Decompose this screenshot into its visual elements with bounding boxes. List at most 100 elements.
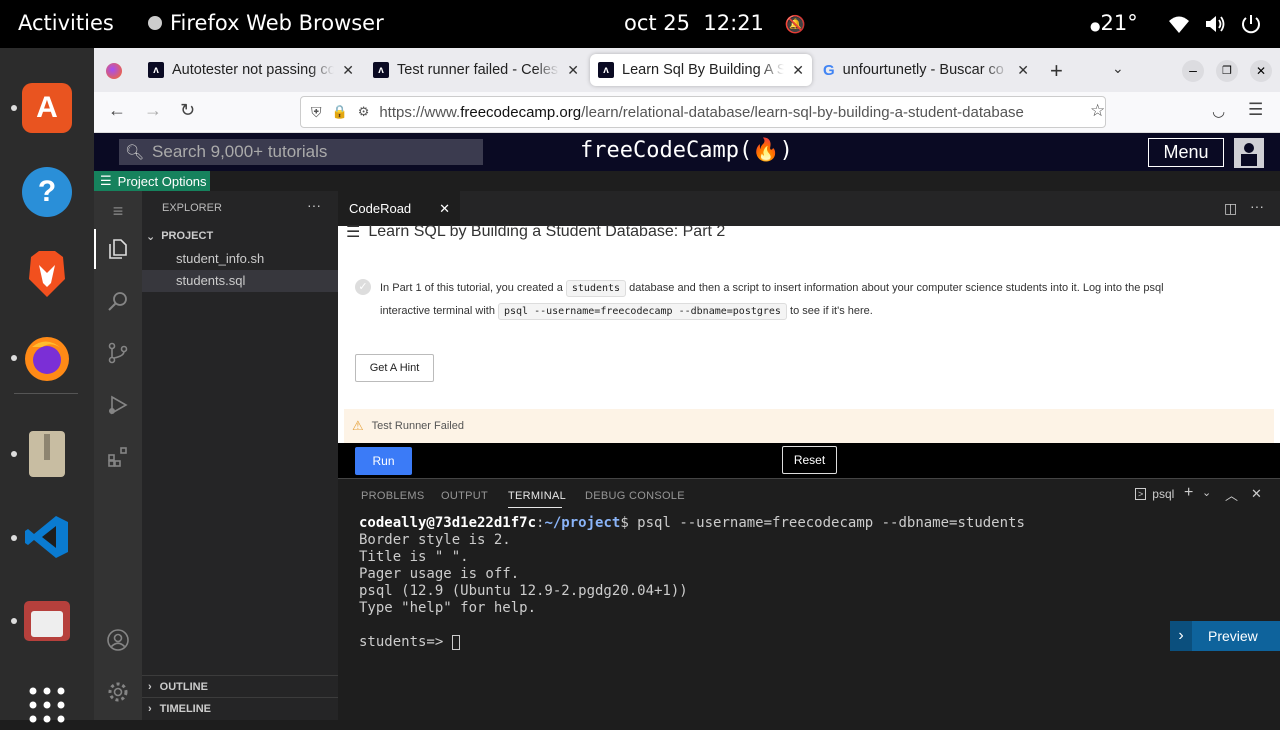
split-editor-icon[interactable]: ◫ — [1224, 200, 1237, 217]
running-indicator — [11, 105, 17, 111]
volume-icon[interactable] — [1204, 14, 1226, 34]
dock-separator — [14, 393, 78, 394]
source-control-icon[interactable] — [106, 341, 130, 365]
firefox-small-icon — [148, 16, 162, 30]
reset-button[interactable]: Reset — [782, 446, 837, 474]
hamburger-icon: ☰ — [100, 173, 112, 188]
back-icon[interactable]: ← — [108, 100, 126, 121]
explorer-sidebar: EXPLORER ··· ⌄ PROJECT student_info.sh s… — [142, 191, 338, 720]
search-input[interactable]: 🔍︎ Search 9,000+ tutorials — [119, 139, 483, 165]
forward-icon[interactable]: → — [144, 100, 162, 121]
brave-icon[interactable] — [22, 249, 72, 299]
menu-button[interactable]: Menu — [1148, 138, 1224, 167]
tab-terminal[interactable]: TERMINAL — [508, 490, 566, 502]
file-item[interactable]: student_info.sh — [142, 248, 338, 270]
app-menu-icon[interactable]: ☰ — [1248, 100, 1263, 120]
chevron-down-icon: ⌄ — [146, 231, 156, 243]
file-item-selected[interactable]: students.sql — [142, 270, 338, 292]
show-apps-icon[interactable] — [22, 680, 72, 730]
new-tab-button[interactable]: + — [1050, 58, 1063, 84]
terminal-command: $ psql --username=freecodecamp --dbname=… — [620, 515, 1025, 531]
power-icon[interactable] — [1240, 13, 1262, 35]
browser-tab[interactable]: ʌ Autotester not passing co ✕ — [140, 54, 362, 86]
app-center-icon[interactable]: A — [22, 83, 72, 133]
terminal-cursor — [451, 634, 460, 650]
menu-list-icon[interactable]: ☰ — [346, 222, 360, 242]
timeline-section-header[interactable]: › TIMELINE — [142, 697, 338, 719]
browser-tab[interactable]: ʌ Test runner failed - Celes ✕ — [365, 54, 587, 86]
close-tab-icon[interactable]: ✕ — [567, 62, 579, 79]
url-bar[interactable]: ⛨ 🔒 ⚙ https://www.freecodecamp.org/learn… — [300, 96, 1106, 128]
chevron-right-icon: › — [1170, 621, 1192, 651]
run-button[interactable]: Run — [355, 447, 412, 475]
extensions-icon[interactable] — [106, 445, 130, 469]
search-icon[interactable] — [106, 289, 130, 313]
running-indicator — [11, 355, 17, 361]
outline-section-header[interactable]: › OUTLINE — [142, 675, 338, 697]
close-tab-icon[interactable]: ✕ — [439, 201, 450, 217]
project-options-button[interactable]: ☰ Project Options — [94, 171, 210, 191]
activities-button[interactable]: Activities — [18, 11, 114, 35]
lock-icon[interactable]: 🔒 — [332, 104, 348, 120]
help-icon[interactable]: ? — [22, 167, 72, 217]
get-hint-button[interactable]: Get A Hint — [355, 354, 434, 382]
account-icon[interactable] — [106, 628, 130, 652]
list-all-tabs-button[interactable]: ⌄ — [1112, 60, 1124, 77]
fcc-logo[interactable]: freeCodeCamp(🔥) — [580, 138, 793, 163]
app-menu[interactable]: Firefox Web Browser — [148, 11, 384, 35]
explorer-icon[interactable] — [106, 237, 130, 261]
run-debug-icon[interactable] — [106, 393, 130, 417]
avatar[interactable] — [1234, 138, 1264, 168]
browser-tab[interactable]: G unfourtunetly - Buscar co ✕ — [815, 54, 1037, 86]
close-tab-icon[interactable]: ✕ — [792, 62, 804, 79]
fcc-favicon-icon: ʌ — [148, 62, 164, 78]
project-section-header[interactable]: ⌄ PROJECT — [146, 230, 213, 243]
tab-debug-console[interactable]: DEBUG CONSOLE — [585, 490, 685, 502]
terminal-output[interactable]: codeally@73d1e22d1f7c:~/project$ psql --… — [359, 515, 1025, 651]
close-panel-icon[interactable]: ✕ — [1251, 486, 1262, 502]
terminal-line: Border style is 2. — [359, 532, 511, 548]
tab-output[interactable]: OUTPUT — [441, 490, 488, 502]
bookmark-star-icon[interactable]: ☆ — [1086, 101, 1106, 121]
psql-prompt: students=> — [359, 634, 452, 650]
browser-tab-bar: ʌ Autotester not passing co ✕ ʌ Test run… — [94, 48, 1280, 92]
more-actions-icon[interactable]: ··· — [1250, 198, 1264, 214]
system-top-bar: Activities Firefox Web Browser oct 25 12… — [0, 0, 1280, 48]
firefox-view-icon[interactable] — [106, 63, 122, 79]
files-icon[interactable] — [22, 596, 72, 646]
maximize-panel-icon[interactable]: ︿ — [1225, 485, 1238, 504]
preview-button[interactable]: › Preview — [1170, 621, 1280, 651]
project-options-bar: ☰ Project Options — [94, 171, 1280, 191]
bottom-panel: PROBLEMS OUTPUT TERMINAL DEBUG CONSOLE >… — [338, 478, 1280, 720]
clock[interactable]: oct 25 12:21 🔕 — [624, 11, 806, 35]
terminal-selector[interactable]: > psql — [1135, 487, 1174, 501]
browser-tab-active[interactable]: ʌ Learn Sql By Building A St ✕ — [590, 54, 812, 86]
tracking-protection-icon[interactable]: ⛨ — [311, 104, 322, 121]
close-window-button[interactable]: ✕ — [1250, 60, 1272, 82]
step-text: interactive terminal with — [380, 305, 495, 317]
fcc-header: 🔍︎ Search 9,000+ tutorials freeCodeCamp(… — [94, 133, 1280, 171]
wifi-icon[interactable] — [1168, 14, 1190, 34]
new-terminal-icon[interactable]: + — [1184, 484, 1193, 502]
more-actions-icon[interactable]: ··· — [307, 197, 321, 213]
pocket-icon[interactable]: ◡ — [1212, 102, 1225, 120]
terminal-line: Pager usage is off. — [359, 566, 520, 582]
menu-icon[interactable]: ≡ — [106, 201, 130, 225]
minimize-button[interactable]: – — [1182, 60, 1204, 82]
settings-gear-icon[interactable] — [106, 680, 130, 704]
firefox-icon[interactable] — [22, 333, 72, 383]
editor-tab-coderoad[interactable]: CodeRoad ✕ — [338, 191, 460, 226]
weather-indicator[interactable]: ●21° — [1090, 11, 1138, 35]
archive-icon[interactable] — [22, 429, 72, 479]
vscode-icon[interactable] — [22, 512, 72, 562]
chevron-down-icon[interactable]: ⌄ — [1202, 486, 1211, 499]
maximize-button[interactable]: ❐ — [1216, 60, 1238, 82]
close-tab-icon[interactable]: ✕ — [342, 62, 354, 79]
close-tab-icon[interactable]: ✕ — [1017, 62, 1029, 79]
temperature-label: 21° — [1100, 11, 1138, 35]
permissions-icon[interactable]: ⚙ — [358, 104, 370, 120]
tab-problems[interactable]: PROBLEMS — [361, 490, 425, 502]
reload-icon[interactable]: ↻ — [180, 100, 195, 121]
tab-label: unfourtunetly - Buscar co — [842, 62, 1004, 78]
dock: A ? — [0, 48, 94, 723]
